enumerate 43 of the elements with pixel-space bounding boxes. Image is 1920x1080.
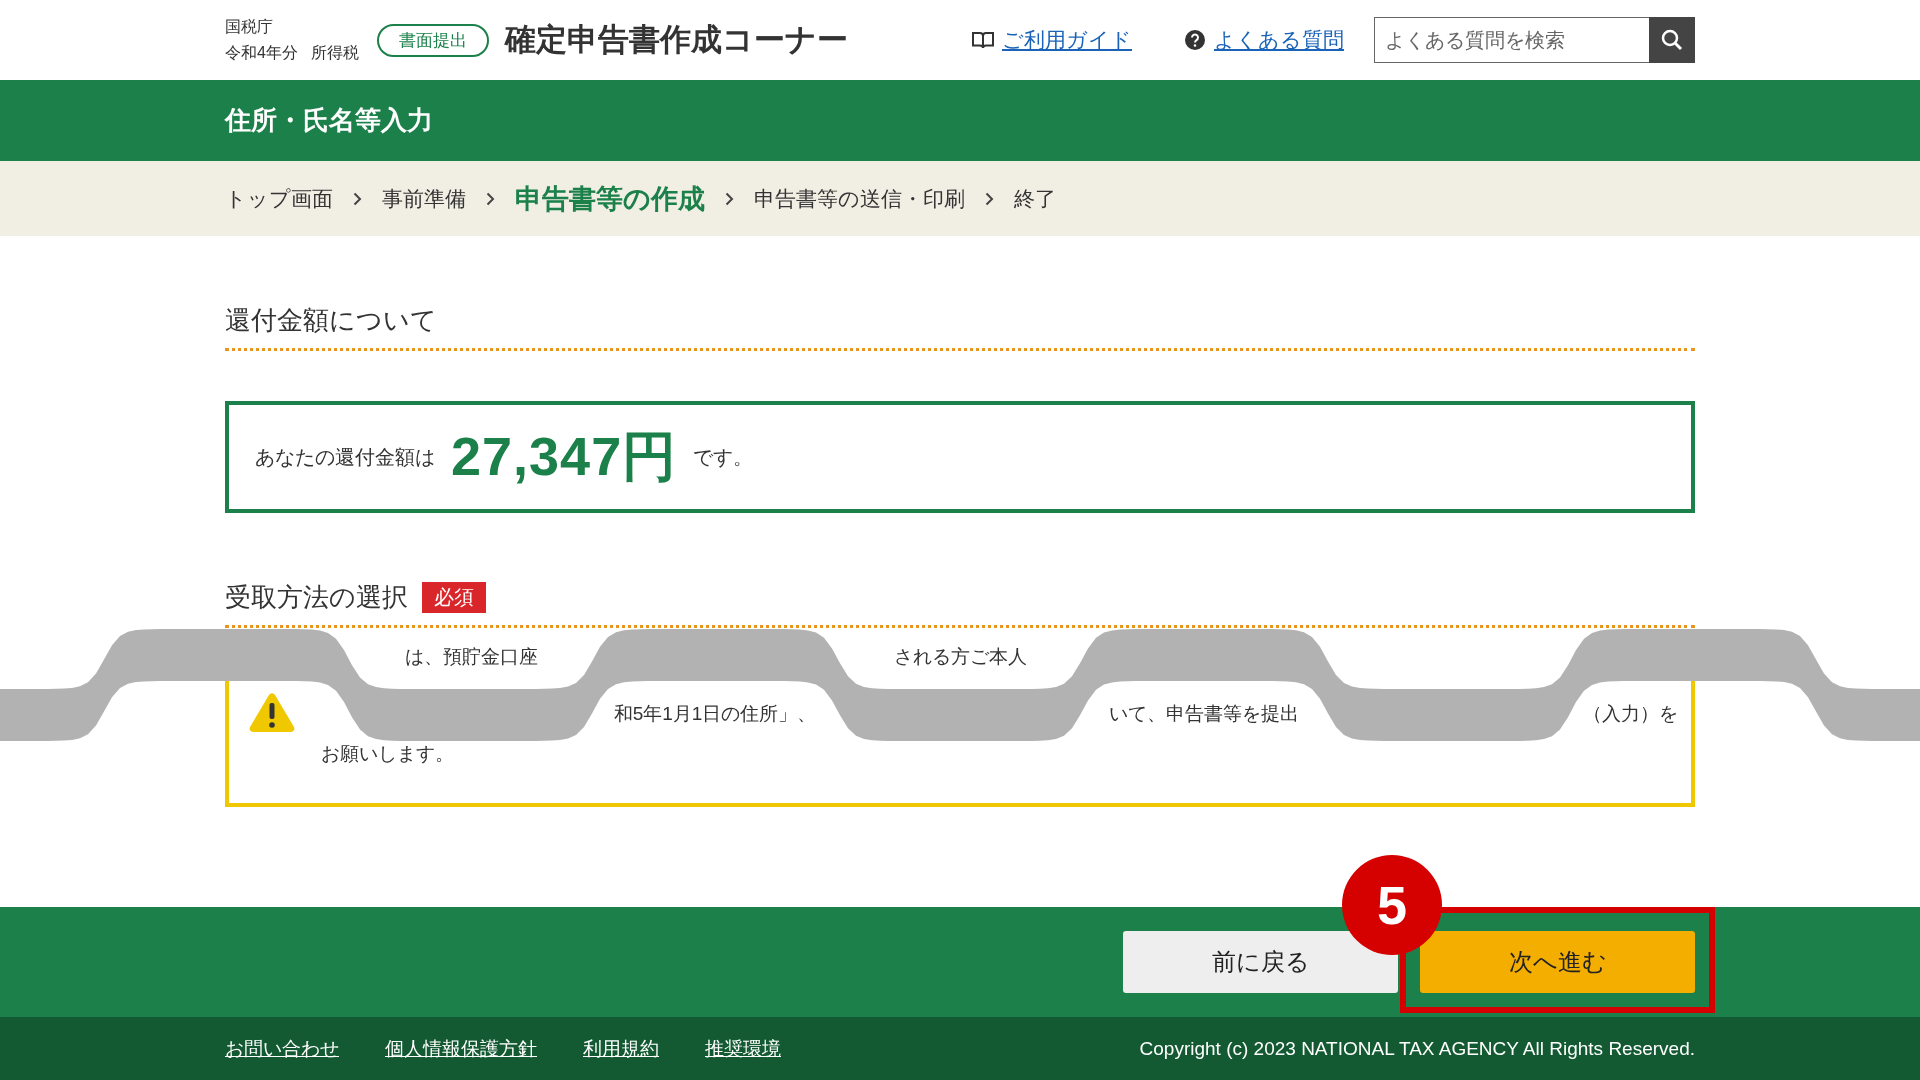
refund-amount: 27,347円 bbox=[451, 424, 678, 488]
required-badge: 必須 bbox=[422, 581, 486, 613]
footer-link[interactable]: 個人情報保護方針 bbox=[385, 1036, 537, 1062]
copyright-text: Copyright (c) 2023 NATIONAL TAX AGENCY All Rights Reserved. bbox=[1139, 1038, 1695, 1060]
chevron-icon bbox=[486, 191, 495, 206]
breadcrumb-step: トップ画面 bbox=[225, 184, 333, 213]
filing-badge: 書面提出 bbox=[377, 23, 490, 57]
tax-year: 令和4年分 bbox=[225, 44, 298, 61]
breadcrumb-step: 申告書等の送信・印刷 bbox=[754, 184, 965, 213]
search-button[interactable] bbox=[1649, 17, 1695, 63]
footer-link[interactable]: お問い合わせ bbox=[225, 1036, 339, 1062]
breadcrumb-step: 申告書等の作成 bbox=[515, 180, 705, 217]
help-icon bbox=[1184, 29, 1206, 51]
section-heading: 受取方法の選択 bbox=[225, 580, 408, 614]
header-link[interactable]: ご利用ガイド bbox=[1002, 26, 1132, 54]
tax-type: 所得税 bbox=[311, 44, 360, 61]
back-button[interactable]: 前に戻る bbox=[1123, 931, 1398, 993]
section-heading: 還付金額について bbox=[225, 303, 437, 337]
refund-label: あなたの還付金額は bbox=[255, 444, 435, 470]
warning-text: 和5年1月1日の住所」、 bbox=[613, 702, 817, 726]
note-text: は、預貯金口座 bbox=[404, 645, 538, 669]
breadcrumb-step: 終了 bbox=[1014, 184, 1056, 213]
refund-suffix: です。 bbox=[693, 444, 754, 470]
step-marker: 5 bbox=[1342, 855, 1442, 955]
search-icon bbox=[1661, 29, 1683, 51]
chevron-icon bbox=[353, 191, 362, 206]
site-title: 確定申告書作成コーナー bbox=[505, 21, 849, 59]
next-button[interactable]: 次へ進む bbox=[1420, 931, 1695, 993]
warning-icon bbox=[249, 692, 295, 732]
book-icon bbox=[972, 31, 994, 49]
chevron-icon bbox=[985, 191, 994, 206]
warning-text: お願いします。 bbox=[321, 742, 454, 766]
header-link[interactable]: よくある質問 bbox=[1214, 26, 1344, 54]
note-text: される方ご本人 bbox=[893, 645, 1027, 669]
footer-link[interactable]: 利用規約 bbox=[583, 1036, 659, 1062]
page-title: 住所・氏名等入力 bbox=[225, 104, 433, 137]
warning-text: いて、申告書等を提出 bbox=[1109, 702, 1299, 726]
footer-link[interactable]: 推奨環境 bbox=[705, 1036, 781, 1062]
chevron-icon bbox=[725, 191, 734, 206]
breadcrumb-step: 事前準備 bbox=[382, 184, 466, 213]
agency-name: 国税庁 bbox=[225, 17, 274, 37]
search-field[interactable]: よくある質問を検索 bbox=[1374, 17, 1649, 63]
warning-text: （入力）を bbox=[1582, 702, 1678, 726]
